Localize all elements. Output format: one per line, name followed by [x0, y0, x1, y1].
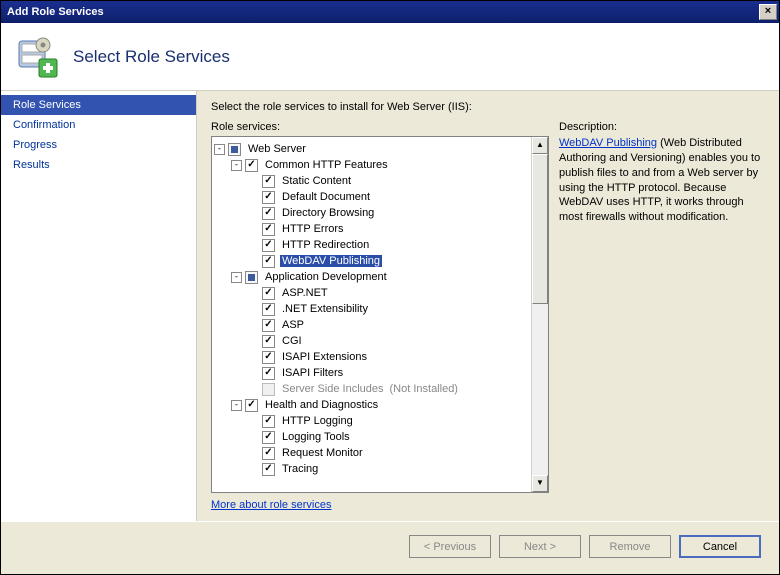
scroll-thumb[interactable]	[532, 154, 548, 304]
checkbox[interactable]	[262, 287, 275, 300]
role-services-icon	[15, 35, 59, 79]
tree-node-label[interactable]: HTTP Logging	[280, 415, 355, 427]
tree-node-label[interactable]: Server Side Includes	[280, 383, 386, 395]
description-body: (Web Distributed Authoring and Versionin…	[559, 137, 760, 223]
tree-node-label[interactable]: ISAPI Filters	[280, 367, 345, 379]
tree-node[interactable]: HTTP Logging	[214, 413, 546, 429]
more-about-link[interactable]: More about role services	[211, 499, 549, 511]
remove-button[interactable]: Remove	[589, 535, 671, 558]
checkbox[interactable]	[245, 271, 258, 284]
checkbox[interactable]	[245, 159, 258, 172]
checkbox[interactable]	[262, 335, 275, 348]
tree-node-label[interactable]: Web Server	[246, 143, 308, 155]
tree-node-label[interactable]: Common HTTP Features	[263, 159, 390, 171]
tree-node[interactable]: Default Document	[214, 189, 546, 205]
description-text: WebDAV Publishing (Web Distributed Autho…	[559, 136, 765, 225]
button-bar: < Previous Next > Remove Cancel	[1, 521, 779, 571]
tree-node[interactable]: Request Monitor	[214, 445, 546, 461]
checkbox[interactable]	[228, 143, 241, 156]
checkbox	[262, 383, 275, 396]
tree-node-label[interactable]: Default Document	[280, 191, 372, 203]
tree-node-label[interactable]: HTTP Redirection	[280, 239, 371, 251]
role-services-tree[interactable]: -Web Server-Common HTTP FeaturesStatic C…	[211, 136, 549, 493]
sidebar-item-role-services[interactable]: Role Services	[1, 95, 196, 115]
window-title: Add Role Services	[7, 6, 104, 18]
tree-node-label[interactable]: Tracing	[280, 463, 320, 475]
checkbox[interactable]	[262, 207, 275, 220]
checkbox[interactable]	[245, 399, 258, 412]
tree-node-label[interactable]: CGI	[280, 335, 304, 347]
checkbox[interactable]	[262, 239, 275, 252]
tree-node[interactable]: HTTP Errors	[214, 221, 546, 237]
tree-node[interactable]: ASP	[214, 317, 546, 333]
checkbox[interactable]	[262, 431, 275, 444]
checkbox[interactable]	[262, 447, 275, 460]
tree-node[interactable]: HTTP Redirection	[214, 237, 546, 253]
close-button[interactable]: ×	[759, 4, 777, 20]
tree-node[interactable]: - Health and Diagnostics	[214, 397, 546, 413]
next-button[interactable]: Next >	[499, 535, 581, 558]
tree-node-label[interactable]: ASP	[280, 319, 306, 331]
wizard-steps-sidebar: Role Services Confirmation Progress Resu…	[1, 91, 197, 521]
checkbox[interactable]	[262, 255, 275, 268]
description-link[interactable]: WebDAV Publishing	[559, 137, 657, 149]
tree-node[interactable]: Tracing	[214, 461, 546, 477]
tree-node[interactable]: ISAPI Extensions	[214, 349, 546, 365]
wizard-header: Select Role Services	[1, 23, 779, 91]
tree-node[interactable]: ASP.NET	[214, 285, 546, 301]
tree-node-label[interactable]: ASP.NET	[280, 287, 330, 299]
tree-node[interactable]: Logging Tools	[214, 429, 546, 445]
checkbox[interactable]	[262, 223, 275, 236]
content-area: Select the role services to install for …	[197, 91, 779, 521]
tree-node-label[interactable]: Application Development	[263, 271, 389, 283]
checkbox[interactable]	[262, 191, 275, 204]
tree-node-label[interactable]: Logging Tools	[280, 431, 352, 443]
instruction-text: Select the role services to install for …	[211, 101, 765, 113]
tree-label: Role services:	[211, 121, 549, 133]
tree-node[interactable]: ISAPI Filters	[214, 365, 546, 381]
description-label: Description:	[559, 121, 765, 133]
checkbox[interactable]	[262, 175, 275, 188]
expander-icon[interactable]: -	[231, 400, 242, 411]
expander-icon[interactable]: -	[214, 144, 225, 155]
tree-node[interactable]: WebDAV Publishing	[214, 253, 546, 269]
cancel-button[interactable]: Cancel	[679, 535, 761, 558]
tree-node-label[interactable]: Directory Browsing	[280, 207, 376, 219]
expander-icon[interactable]: -	[231, 272, 242, 283]
tree-node-label[interactable]: ISAPI Extensions	[280, 351, 369, 363]
checkbox[interactable]	[262, 351, 275, 364]
tree-node-label[interactable]: .NET Extensibility	[280, 303, 370, 315]
checkbox[interactable]	[262, 303, 275, 316]
tree-node[interactable]: Server Side Includes (Not Installed)	[214, 381, 546, 397]
scroll-up-button[interactable]: ▲	[532, 137, 548, 154]
tree-node[interactable]: Static Content	[214, 173, 546, 189]
scroll-down-button[interactable]: ▼	[532, 475, 548, 492]
expander-icon[interactable]: -	[231, 160, 242, 171]
checkbox[interactable]	[262, 463, 275, 476]
tree-node[interactable]: CGI	[214, 333, 546, 349]
titlebar: Add Role Services ×	[1, 1, 779, 23]
tree-node[interactable]: - Web Server	[214, 141, 546, 157]
tree-scrollbar[interactable]: ▲ ▼	[531, 137, 548, 492]
tree-node[interactable]: Directory Browsing	[214, 205, 546, 221]
checkbox[interactable]	[262, 415, 275, 428]
previous-button[interactable]: < Previous	[409, 535, 491, 558]
tree-node-label[interactable]: Static Content	[280, 175, 353, 187]
sidebar-item-results[interactable]: Results	[1, 155, 196, 175]
tree-node[interactable]: - Application Development	[214, 269, 546, 285]
page-title: Select Role Services	[73, 47, 230, 67]
tree-node[interactable]: .NET Extensibility	[214, 301, 546, 317]
checkbox[interactable]	[262, 319, 275, 332]
tree-node-hint: (Not Installed)	[390, 383, 458, 395]
tree-node-label[interactable]: HTTP Errors	[280, 223, 346, 235]
checkbox[interactable]	[262, 367, 275, 380]
tree-node-label[interactable]: Health and Diagnostics	[263, 399, 380, 411]
sidebar-item-progress[interactable]: Progress	[1, 135, 196, 155]
tree-node[interactable]: - Common HTTP Features	[214, 157, 546, 173]
tree-node-label[interactable]: WebDAV Publishing	[280, 255, 382, 267]
tree-node-label[interactable]: Request Monitor	[280, 447, 365, 459]
sidebar-item-confirmation[interactable]: Confirmation	[1, 115, 196, 135]
